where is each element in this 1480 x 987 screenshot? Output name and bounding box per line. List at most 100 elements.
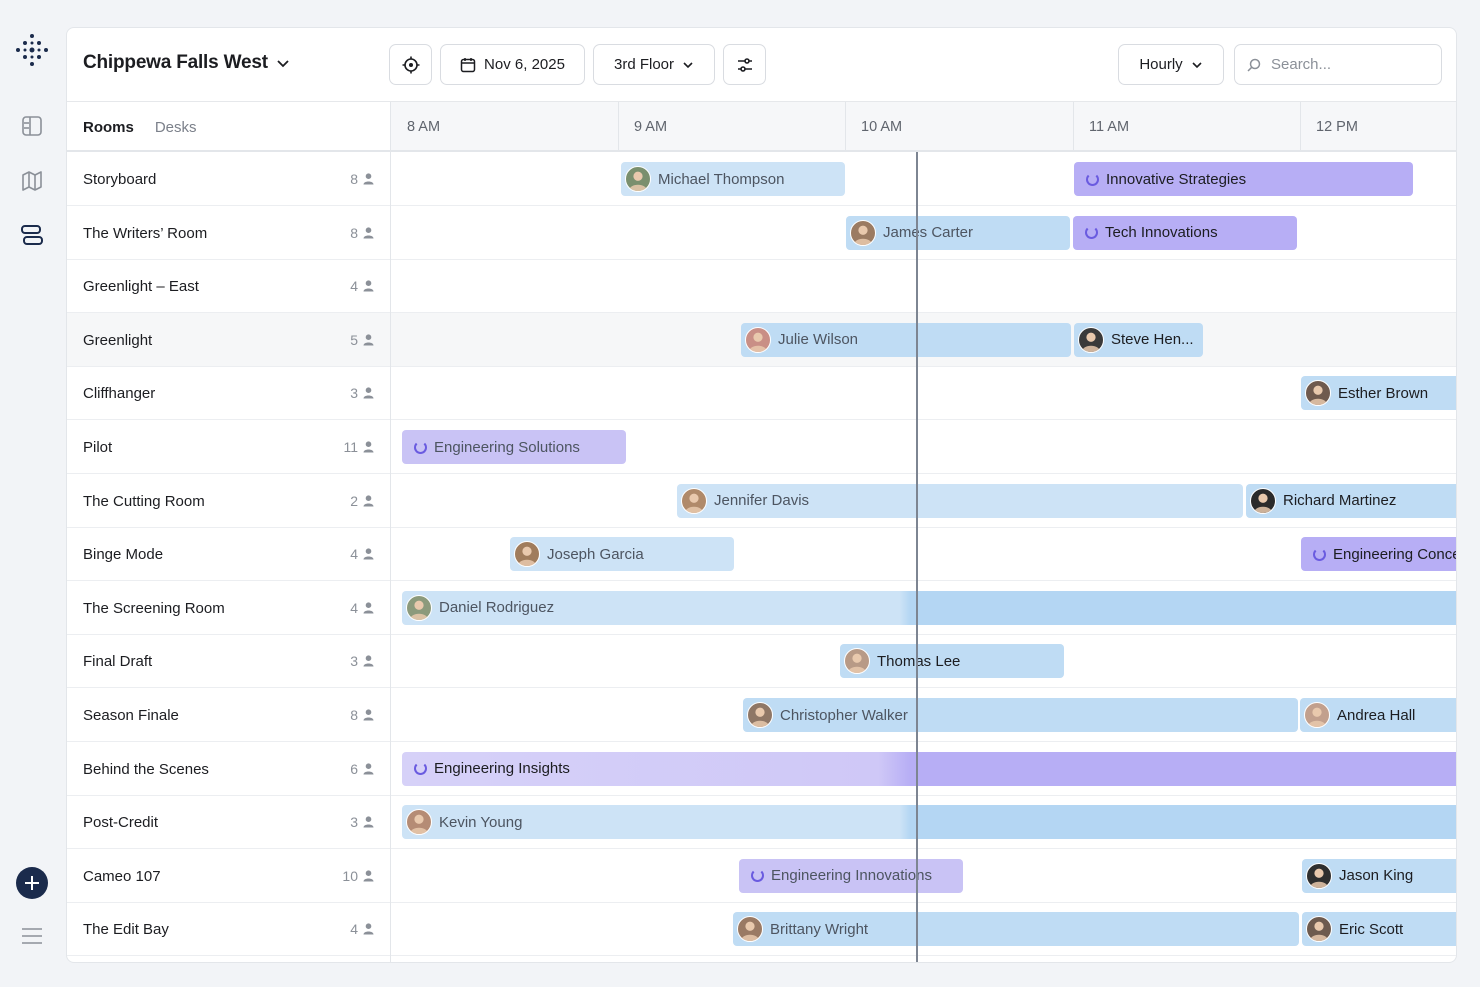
view-mode-selector[interactable]: Hourly	[1118, 44, 1224, 85]
capacity-count: 11	[343, 439, 358, 455]
view-mode-label: Hourly	[1139, 56, 1183, 73]
person-booking[interactable]: Jason King	[1302, 858, 1456, 893]
room-name: Final Draft	[83, 653, 153, 671]
tab-desks[interactable]: Desks	[155, 119, 197, 136]
room-name: Pilot	[83, 439, 113, 456]
chevron-down-icon	[1192, 61, 1202, 68]
search-box	[1234, 44, 1442, 85]
booking-label: Engineering Conce	[1333, 545, 1457, 563]
tab-rooms[interactable]: Rooms	[83, 119, 134, 136]
person-booking[interactable]: Esther Brown	[1301, 376, 1456, 411]
capacity-count: 2	[350, 492, 358, 509]
room-capacity: 3	[350, 385, 374, 401]
room-row[interactable]: Binge Mode 4	[67, 527, 1456, 582]
team-booking[interactable]: Engineering Innovations	[739, 858, 963, 893]
booking-label: Engineering Insights	[434, 760, 570, 778]
avatar	[745, 326, 771, 353]
capacity-count: 6	[350, 760, 358, 777]
room-row[interactable]: Final Draft 3	[67, 634, 1456, 689]
room-capacity: 4	[350, 600, 374, 616]
avatar	[625, 166, 651, 192]
person-booking[interactable]: Andrea Hall	[1300, 698, 1456, 732]
room-capacity: 8	[350, 171, 374, 187]
capacity-count: 4	[350, 599, 358, 616]
room-name: Greenlight – East	[83, 278, 199, 296]
booking-label: Engineering Innovations	[771, 867, 932, 885]
room-row[interactable]: Greenlight – East 4	[67, 259, 1456, 314]
person-booking[interactable]: Kevin Young	[402, 805, 1456, 840]
hour-divider	[1300, 102, 1301, 150]
timeline-header: 8 AM 9 AM 10 AM 11 AM 12 PM	[390, 102, 1456, 150]
floor-selector[interactable]: 3rd Floor	[593, 44, 715, 85]
date-picker-button[interactable]: Nov 6, 2025	[440, 44, 585, 85]
pending-icon	[414, 762, 427, 776]
room-capacity: 3	[350, 653, 374, 669]
avatar	[514, 541, 540, 568]
team-booking[interactable]: Tech Innovations	[1073, 215, 1297, 250]
room-name: The Writers’ Room	[83, 224, 208, 242]
calendar-icon	[460, 57, 476, 72]
room-capacity: 8	[350, 707, 374, 723]
booking-label: Brittany Wright	[770, 920, 869, 938]
avatar	[850, 219, 876, 246]
room-name: The Cutting Room	[83, 492, 205, 510]
person-booking[interactable]: Daniel Rodriguez	[402, 590, 1456, 625]
room-name: The Edit Bay	[83, 921, 169, 939]
hour-label: 11 AM	[1089, 119, 1130, 135]
person-booking[interactable]: Steve Hen...	[1074, 322, 1203, 357]
filter-button[interactable]	[723, 44, 766, 85]
capacity-count: 4	[350, 546, 358, 563]
person-booking[interactable]: Richard Martinez	[1246, 483, 1456, 518]
room-row[interactable]: Cliffhanger 3	[67, 366, 1456, 421]
pending-icon	[1313, 547, 1326, 561]
layout-icon[interactable]	[18, 112, 46, 140]
person-booking[interactable]: Joseph Garcia	[510, 537, 734, 572]
person-booking[interactable]: James Carter	[846, 215, 1070, 250]
capacity-count: 3	[350, 385, 358, 402]
person-booking[interactable]: Eric Scott	[1302, 912, 1456, 947]
pending-icon	[751, 869, 764, 883]
column-divider	[390, 152, 391, 962]
person-booking[interactable]: Jennifer Davis	[677, 483, 1243, 518]
search-icon	[1247, 58, 1261, 72]
locate-button[interactable]	[389, 44, 432, 85]
schedule-icon[interactable]	[18, 221, 46, 249]
hour-divider	[845, 102, 846, 150]
hamburger-menu-icon[interactable]	[20, 926, 44, 946]
team-booking[interactable]: Engineering Conce	[1301, 537, 1457, 572]
person-icon	[363, 870, 374, 882]
person-booking[interactable]: Brittany Wright	[733, 912, 1299, 947]
team-booking[interactable]: Innovative Strategies	[1074, 162, 1413, 196]
room-capacity: 4	[350, 546, 374, 562]
capacity-count: 8	[350, 707, 358, 723]
person-icon	[363, 655, 374, 667]
capacity-count: 5	[350, 331, 358, 348]
booking-label: Esther Brown	[1338, 384, 1429, 402]
room-row[interactable]: Pilot 11	[67, 420, 1456, 474]
capacity-count: 10	[342, 867, 358, 884]
person-booking[interactable]: Julie Wilson	[741, 322, 1071, 357]
location-selector[interactable]: Chippewa Falls West	[83, 52, 290, 74]
person-icon	[363, 602, 374, 614]
dot-grid-logo-icon[interactable]	[14, 32, 50, 68]
person-booking[interactable]: Christopher Walker	[743, 698, 1298, 732]
person-icon	[363, 173, 374, 185]
capacity-count: 8	[350, 224, 358, 241]
hour-label: 12 PM	[1316, 119, 1358, 135]
pending-icon	[414, 440, 427, 454]
hour-label: 10 AM	[861, 119, 903, 135]
team-booking[interactable]: Engineering Solutions	[402, 430, 626, 464]
room-name: Greenlight	[83, 331, 153, 349]
location-label: Chippewa Falls West	[83, 52, 268, 73]
team-booking[interactable]: Engineering Insights	[402, 751, 1456, 786]
person-booking[interactable]: Thomas Lee	[840, 644, 1064, 679]
booking-label: Joseph Garcia	[547, 545, 644, 563]
booking-label: Richard Martinez	[1283, 492, 1397, 510]
room-name: The Screening Room	[83, 599, 225, 617]
search-input[interactable]	[1271, 56, 1431, 73]
person-icon	[363, 709, 374, 721]
map-icon[interactable]	[18, 167, 46, 195]
person-booking[interactable]: Michael Thompson	[621, 162, 845, 196]
plus-icon	[25, 876, 39, 890]
add-button[interactable]	[16, 867, 48, 899]
